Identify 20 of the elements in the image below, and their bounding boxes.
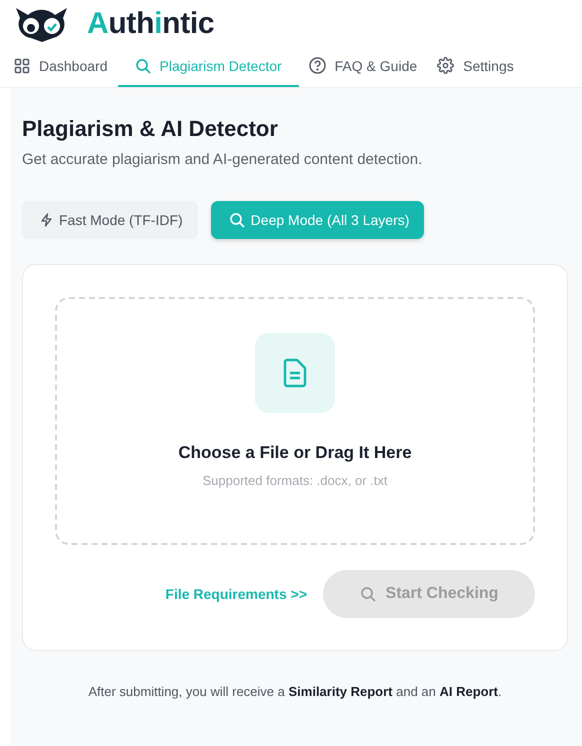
nav-tab[interactable]: Dashboard <box>4 48 118 87</box>
page-subtitle: Get accurate plagiarism and AI-generated content detection. <box>22 151 424 168</box>
nav-tab[interactable]: Settings <box>427 48 524 87</box>
supported-formats-text: Supported formats: .docx, or .txt <box>202 472 388 488</box>
mode-button[interactable]: Fast Mode (TF-IDF) <box>22 201 198 239</box>
search-icon <box>228 212 245 228</box>
lightning-icon <box>40 213 53 227</box>
help-icon <box>308 57 326 74</box>
nav-tab[interactable]: FAQ & Guide <box>298 48 428 87</box>
settings-icon <box>437 57 454 74</box>
owl-logo-icon <box>14 6 69 42</box>
document-icon <box>282 358 308 388</box>
grid-icon <box>14 58 30 74</box>
upload-title: Choose a File or Drag It Here <box>178 442 412 462</box>
search-icon <box>134 58 150 74</box>
file-drop-zone[interactable]: Choose a File or Drag It Here Supported formats: .docx, or .txt <box>55 297 535 545</box>
brand-name: Authintic <box>87 7 214 41</box>
report-info-text: After submitting, you will receive a Similarity Report and an AI Report. <box>87 684 503 699</box>
search-icon <box>360 586 376 602</box>
page-title: Plagiarism & AI Detector <box>22 116 279 142</box>
